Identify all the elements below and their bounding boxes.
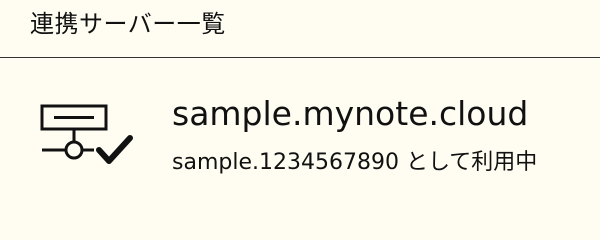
page-title: 連携サーバー一覧 [30, 10, 226, 38]
server-name: sample.mynote.cloud [172, 94, 529, 133]
page-header: 連携サーバー一覧 [0, 0, 600, 58]
server-status: sample.1234567890 として利用中 [172, 150, 538, 175]
server-list-item[interactable]: sample.mynote.cloud sample.1234567890 とし… [0, 59, 600, 200]
server-connected-icon [40, 104, 133, 164]
